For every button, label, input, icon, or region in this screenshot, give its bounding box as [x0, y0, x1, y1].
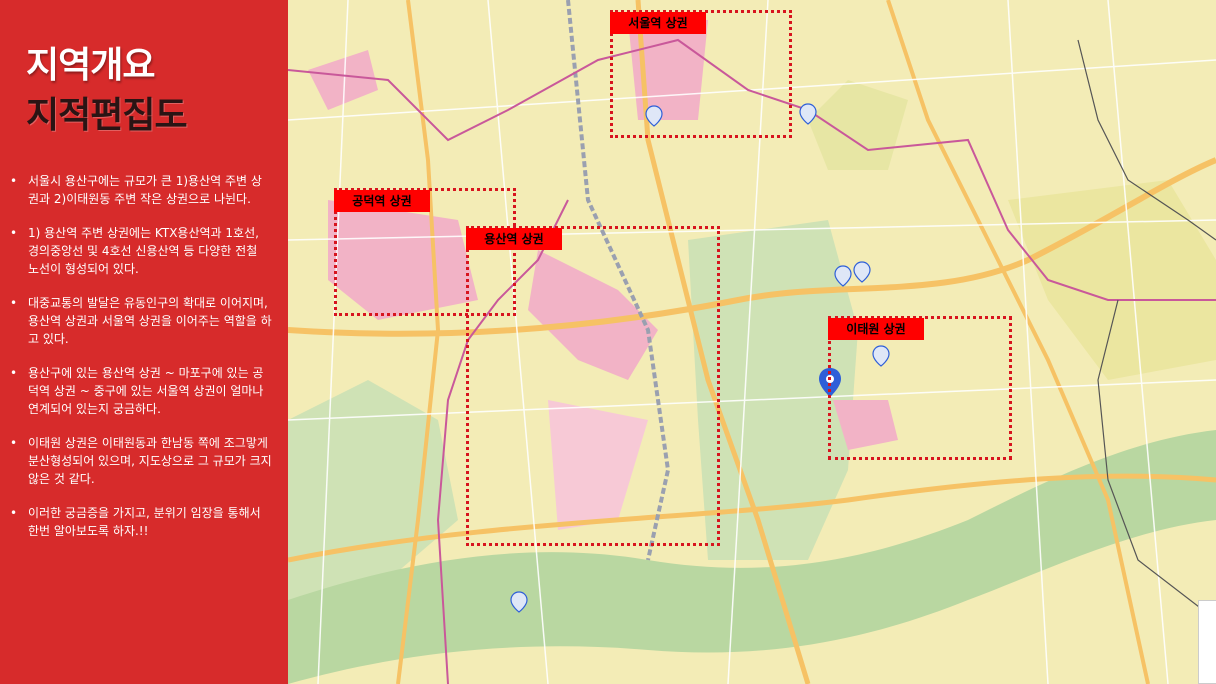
bullet-item: • 서울시 용산구에는 규모가 큰 1)용산역 주변 상권과 2)이태원동 주변 …	[10, 172, 272, 208]
map-control-widget[interactable]	[1198, 600, 1216, 684]
slide-title: 지역개요	[26, 45, 155, 86]
bullet-text: 1) 용산역 주변 상권에는 KTX용산역과 1호선, 경의중앙선 및 4호선 …	[28, 226, 259, 276]
itaewon-zone-label: 이태원 상권	[828, 318, 924, 340]
bullet-item: • 이태원 상권은 이태원동과 한남동 쪽에 조그맣게 분산형성되어 있으며, 지…	[10, 434, 272, 488]
bullet-list: • 서울시 용산구에는 규모가 큰 1)용산역 주변 상권과 2)이태원동 주변 …	[10, 172, 272, 556]
gongdeok-zone-label: 공덕역 상권	[334, 190, 430, 212]
bullet-item: • 1) 용산역 주변 상권에는 KTX용산역과 1호선, 경의중앙선 및 4호선…	[10, 224, 272, 278]
slide-subtitle: 지적편집도	[26, 95, 188, 136]
bullet-item: • 용산구에 있는 용산역 상권 ~ 마포구에 있는 공덕역 상권 ~ 중구에 있…	[10, 364, 272, 418]
bullet-text: 이태원 상권은 이태원동과 한남동 쪽에 조그맣게 분산형성되어 있으며, 지도…	[28, 436, 272, 486]
bullet-text: 이러한 궁금증을 가지고, 분위기 임장을 통해서 한번 알아보도록 하자.!!	[28, 506, 261, 538]
yongsan-zone-label: 용산역 상권	[466, 228, 562, 250]
bullet-dot-icon: •	[10, 174, 18, 188]
bullet-dot-icon: •	[10, 296, 18, 310]
yongsan-zone[interactable]	[466, 226, 720, 546]
bullet-dot-icon: •	[10, 226, 18, 240]
bullet-text: 용산구에 있는 용산역 상권 ~ 마포구에 있는 공덕역 상권 ~ 중구에 있는…	[28, 366, 264, 416]
bullet-text: 대중교통의 발달은 유동인구의 확대로 이어지며, 용산역 상권과 서울역 상권…	[28, 296, 272, 346]
bullet-item: • 이러한 궁금증을 가지고, 분위기 임장을 통해서 한번 알아보도록 하자.!…	[10, 504, 272, 540]
left-panel: 지역개요 지적편집도 • 서울시 용산구에는 규모가 큰 1)용산역 주변 상권과…	[0, 0, 288, 684]
seoul-station-zone-label: 서울역 상권	[610, 12, 706, 34]
bullet-text: 서울시 용산구에는 규모가 큰 1)용산역 주변 상권과 2)이태원동 주변 작…	[28, 174, 262, 206]
bullet-item: • 대중교통의 발달은 유동인구의 확대로 이어지며, 용산역 상권과 서울역 상…	[10, 294, 272, 348]
bullet-dot-icon: •	[10, 366, 18, 380]
bullet-dot-icon: •	[10, 436, 18, 450]
bullet-dot-icon: •	[10, 506, 18, 520]
cadastral-map[interactable]: 서울역 상권 공덕역 상권 용산역 상권 이태원 상권	[288, 0, 1216, 684]
